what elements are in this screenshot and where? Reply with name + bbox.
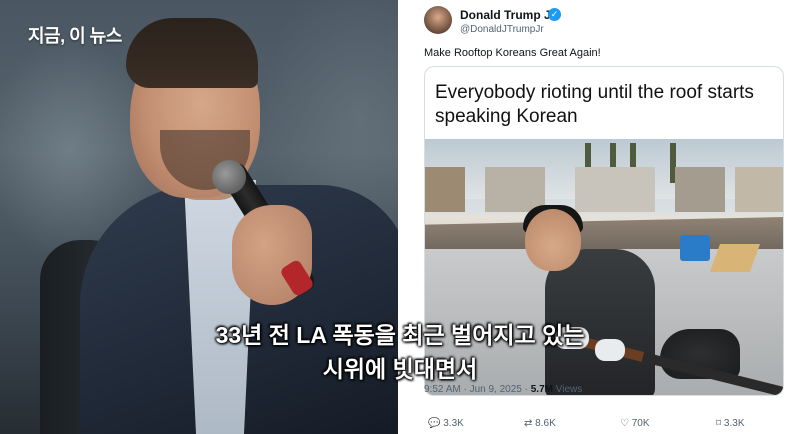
heart-icon: ♡: [620, 418, 629, 429]
avatar[interactable]: [424, 6, 452, 34]
photo-buildings: [425, 167, 783, 212]
bookmark-icon: ⌑: [716, 418, 722, 429]
speaker-hair: [126, 18, 258, 88]
broadcast-logo: 지금, 이 뉴스: [28, 26, 122, 46]
photo-cooler: [680, 235, 710, 261]
bookmark-button[interactable]: ⌑ 3.3K: [716, 418, 745, 429]
user-name[interactable]: Donald Trump Jr.: [460, 8, 558, 22]
like-button[interactable]: ♡ 70K: [620, 418, 650, 429]
repost-button[interactable]: ⇄ 8.6K: [524, 418, 556, 429]
meme-caption: Everyobody rioting until the roof starts…: [435, 82, 754, 127]
user-handle[interactable]: @DonaldJTrumpJr: [460, 24, 544, 35]
reply-button[interactable]: 💬 3.3K: [428, 418, 464, 429]
tweet-text: Make Rooftop Koreans Great Again!: [424, 47, 601, 59]
repost-count: 8.6K: [535, 418, 556, 429]
bookmark-count: 3.3K: [723, 418, 745, 429]
photo-person-head: [525, 209, 581, 271]
subtitle: 33년 전 LA 폭동을 최근 벌어지고 있는 시위에 빗대면서: [0, 318, 800, 386]
reply-icon: 💬: [428, 418, 441, 429]
repost-icon: ⇄: [524, 418, 533, 429]
subtitle-line-2: 시위에 빗대면서: [322, 356, 478, 382]
subtitle-line-1: 33년 전 LA 폭동을 최근 벌어지고 있는: [215, 322, 585, 348]
verified-badge-icon: ✓: [548, 8, 561, 21]
reply-count: 3.3K: [443, 418, 464, 429]
like-count: 70K: [631, 418, 650, 429]
tweet-actions: 💬 3.3K ⇄ 8.6K ♡ 70K ⌑ 3.3K: [424, 416, 784, 434]
microphone-head: [212, 160, 246, 194]
